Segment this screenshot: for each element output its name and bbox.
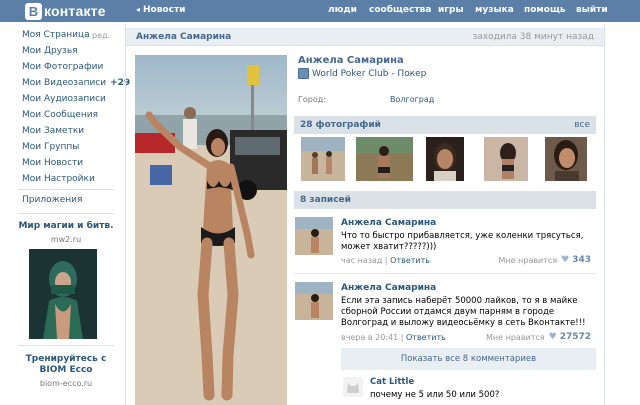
nav-communities[interactable]: сообщества [369, 5, 431, 15]
photo-thumb-image [484, 137, 528, 181]
app-icon [298, 68, 309, 79]
profile-status-text: World Poker Club - Покер [312, 68, 427, 79]
nav-logout[interactable]: выйти [576, 5, 608, 15]
comment-avatar[interactable] [343, 377, 363, 397]
photos-title: 28 фотографий [300, 120, 381, 130]
ad-domain: biom-ecco.ru [39, 379, 93, 388]
profile-photo-image [135, 55, 287, 405]
photos-all-link[interactable]: все [574, 120, 590, 130]
comment-author[interactable]: Cat Little [370, 377, 414, 387]
photos-section-header[interactable]: 28 фотографий все [294, 116, 596, 134]
menu-messages[interactable]: Мои Сообщения [22, 110, 98, 120]
menu-apps[interactable]: Приложения [22, 195, 82, 205]
profile-status[interactable]: World Poker Club - Покер [298, 68, 426, 79]
post-text: Если эта запись наберёт 50000 лайков, то… [341, 296, 586, 328]
menu-news[interactable]: Мои Новости [22, 158, 83, 168]
edit-link[interactable]: ред. [92, 31, 110, 40]
logo-letter: В [25, 2, 42, 20]
photo-thumb[interactable] [301, 137, 345, 181]
nav-music[interactable]: музыка [475, 5, 514, 15]
menu-videos-label: Мои Видеозаписи [22, 78, 107, 88]
top-bar: В контакте ◂ Новости люди сообщества игры… [0, 0, 640, 22]
menu-notes[interactable]: Мои Заметки [22, 126, 84, 136]
post-time[interactable]: час назад [341, 256, 382, 265]
news-link[interactable]: ◂ Новости [136, 5, 185, 15]
post-divider [294, 273, 596, 274]
reply-link[interactable]: Ответить [390, 256, 430, 265]
heart-icon: ♥ [548, 332, 557, 342]
nav-help[interactable]: помощь [524, 5, 566, 15]
menu-videos[interactable]: Мои Видеозаписи +29 [22, 78, 130, 88]
city-label: Город: [298, 95, 326, 104]
photo-thumb-image [545, 137, 587, 181]
photo-thumb[interactable] [356, 137, 413, 181]
reply-link[interactable]: Ответить [406, 333, 446, 342]
ad-domain: mw2.ru [50, 235, 82, 244]
logo-text: контакте [44, 3, 106, 19]
comment-text: почему не 5 или 50 или 500? [370, 390, 500, 400]
post-author[interactable]: Анжела Самарина [341, 283, 436, 293]
profile-header-bar: Анжела Самарина заходила 38 минут назад [126, 28, 604, 46]
photo-thumb-image [301, 137, 345, 181]
show-all-comments-button[interactable]: Показать все 8 комментариев [341, 348, 596, 370]
nav-people[interactable]: люди [328, 5, 357, 15]
like-count: 343 [572, 255, 591, 265]
cat-avatar-image [343, 377, 363, 397]
avatar-image [295, 282, 333, 320]
menu-divider [18, 213, 114, 214]
photo-thumb[interactable] [545, 137, 587, 181]
menu-my-page[interactable]: Моя Страница [22, 30, 90, 40]
menu-divider [18, 189, 114, 190]
menu-groups[interactable]: Мои Группы [22, 142, 79, 152]
like-count: 27572 [559, 332, 591, 342]
nav-games[interactable]: игры [438, 5, 464, 15]
photo-thumb[interactable] [426, 137, 464, 181]
news-link-label: Новости [143, 5, 186, 15]
post-text: Что то быстро прибавляется, уже коленки … [341, 231, 584, 252]
profile-header-name: Анжела Самарина [136, 32, 232, 42]
photo-thumb-image [356, 137, 413, 181]
ad-title[interactable]: Тренируйтесь с BIOM Ecco [18, 354, 114, 376]
post-meta: вчера в 20:41 | Ответить [341, 333, 446, 342]
like-label: Мне нравится [486, 332, 545, 342]
like-label: Мне нравится [498, 255, 558, 265]
profile-photo[interactable] [135, 55, 287, 405]
menu-friends[interactable]: Мои Друзья [22, 46, 78, 56]
menu-photos[interactable]: Мои Фотографии [22, 62, 103, 72]
photo-thumb-image [426, 137, 464, 181]
menu-divider [18, 345, 114, 346]
heart-icon: ♥ [561, 255, 570, 265]
like-button[interactable]: Мне нравится ♥ 343 [499, 255, 591, 265]
post-avatar[interactable] [295, 217, 333, 255]
post-time[interactable]: вчера в 20:41 [341, 333, 398, 342]
wall-section-header[interactable]: 8 записей [294, 191, 596, 209]
photo-thumb[interactable] [484, 137, 528, 181]
menu-audio[interactable]: Мои Аудиозаписи [22, 94, 106, 104]
ad-image[interactable] [29, 249, 97, 339]
ad-illustration [29, 249, 97, 339]
post-avatar[interactable] [295, 282, 333, 320]
city-value[interactable]: Волгоград [390, 95, 434, 104]
post-meta: час назад | Ответить [341, 256, 430, 265]
like-button[interactable]: Мне нравится ♥ 27572 [486, 332, 591, 342]
back-arrow-icon: ◂ [136, 5, 141, 14]
last-seen: заходила 38 минут назад [472, 32, 594, 42]
post-author[interactable]: Анжела Самарина [341, 218, 436, 228]
vk-logo[interactable]: В контакте [25, 2, 106, 20]
avatar-image [295, 217, 333, 255]
ad-title[interactable]: Мир магии и битв. [18, 221, 114, 231]
profile-name: Анжела Самарина [298, 55, 404, 66]
wall-title: 8 записей [300, 195, 351, 205]
menu-settings[interactable]: Мои Настройки [22, 174, 95, 184]
